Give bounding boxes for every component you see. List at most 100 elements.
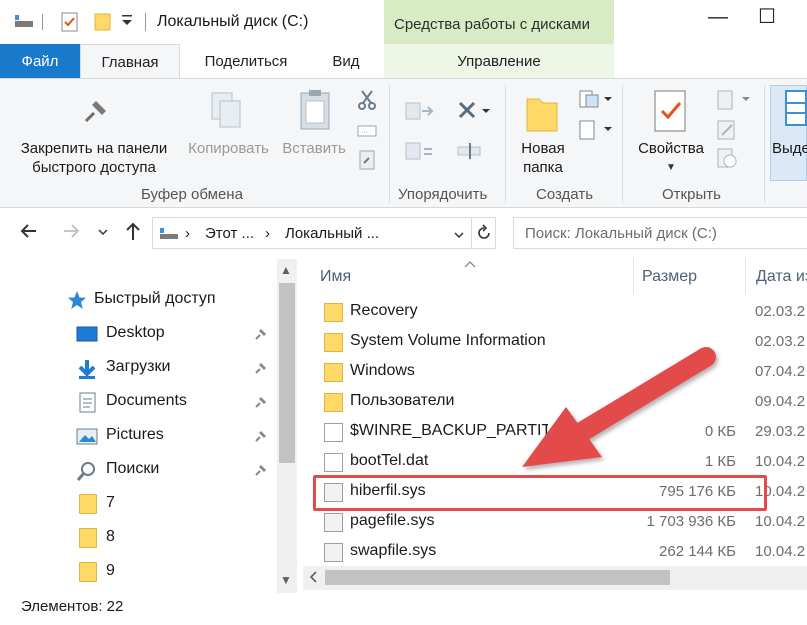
nav-quick-access[interactable]: Быстрый доступ (0, 283, 275, 317)
recent-locations-chevron-icon[interactable] (97, 222, 109, 245)
download-icon (76, 358, 98, 379)
nav-folder-9[interactable]: 9 (0, 555, 275, 589)
nav-folder-8[interactable]: 8 (0, 521, 275, 555)
pin-icon[interactable] (253, 462, 269, 478)
file-name: swapfile.sys (350, 542, 437, 559)
delete-icon[interactable] (456, 99, 492, 127)
customize-quick-access-icon[interactable] (120, 12, 134, 28)
address-dropdown-chevron-icon[interactable] (453, 228, 465, 245)
copy-button[interactable]: Копировать (181, 139, 276, 158)
breadcrumb-separator: › (185, 225, 190, 242)
copy-to-icon[interactable] (404, 139, 436, 167)
column-header-date[interactable]: Дата из (756, 268, 807, 286)
tab-manage[interactable]: Управление (384, 44, 614, 78)
group-separator (505, 85, 506, 203)
nav-searches[interactable]: Поиски (0, 453, 275, 487)
pin-icon (78, 95, 112, 133)
documents-icon (76, 392, 98, 413)
pin-icon[interactable] (253, 394, 269, 410)
tab-share[interactable]: Поделиться (186, 44, 306, 78)
file-row[interactable]: Recovery 02.03.2 (300, 297, 807, 327)
nav-pictures[interactable]: Pictures (0, 419, 275, 453)
new-item-icon[interactable] (578, 89, 612, 115)
tab-file[interactable]: Файл (0, 44, 80, 78)
minimize-button[interactable]: — (708, 6, 728, 29)
scrollbar-thumb[interactable] (279, 283, 295, 463)
pictures-icon (76, 426, 98, 446)
edit-icon[interactable] (716, 119, 738, 145)
divider (471, 218, 472, 248)
refresh-icon[interactable] (475, 224, 493, 246)
nav-pane-scrollbar[interactable]: ▲ ▼ (277, 259, 297, 593)
folder-icon (324, 333, 343, 352)
nav-label: Быстрый доступ (94, 290, 216, 307)
forward-arrow-icon[interactable] (60, 220, 82, 248)
scrollbar-thumb[interactable] (325, 570, 670, 585)
paste-shortcut-icon[interactable] (357, 149, 377, 175)
search-box[interactable]: Поиск: Локальный диск (C:) (513, 217, 807, 249)
new-folder-label-line1: Новая (521, 140, 565, 157)
properties-quick-icon[interactable] (60, 12, 80, 32)
nav-label: Поиски (106, 460, 160, 477)
svg-text:···: ··· (361, 129, 368, 136)
drive-icon (14, 12, 34, 30)
pin-icon[interactable] (253, 428, 269, 444)
breadcrumb-this-pc[interactable]: Этот ... (205, 225, 254, 242)
system-file-icon (324, 513, 343, 532)
column-divider[interactable] (633, 258, 634, 294)
back-arrow-icon[interactable] (18, 220, 40, 248)
file-date: 02.03.2 (755, 303, 806, 320)
paste-button[interactable]: Вставить (278, 139, 350, 158)
properties-label: Свойства (638, 140, 704, 157)
folder-icon (79, 562, 97, 582)
file-date: 07.04.2 (755, 363, 806, 380)
file-name: pagefile.sys (350, 512, 435, 529)
file-row[interactable]: swapfile.sys 262 144 КБ 10.04.2 (300, 537, 807, 567)
rename-icon[interactable] (456, 139, 484, 167)
open-icon[interactable] (716, 89, 750, 115)
new-folder-quick-icon[interactable] (93, 12, 113, 32)
file-list-horizontal-scrollbar[interactable] (303, 566, 807, 590)
scroll-down-arrow-icon[interactable]: ▼ (280, 573, 292, 587)
properties-button[interactable]: Свойства ▼ (630, 139, 712, 177)
column-header-size[interactable]: Размер (642, 268, 697, 286)
file-date: 29.03.2 (755, 423, 806, 440)
new-folder-button[interactable]: Новая папка (513, 139, 573, 177)
nav-desktop[interactable]: Desktop (0, 317, 275, 351)
tab-home[interactable]: Главная (80, 44, 180, 79)
group-separator (764, 85, 765, 203)
pin-to-quick-access-button[interactable]: Закрепить на панели быстрого доступа (8, 139, 180, 177)
scroll-up-arrow-icon[interactable]: ▲ (280, 263, 292, 277)
pin-icon[interactable] (253, 360, 269, 376)
pin-label-line1: Закрепить на панели (20, 140, 168, 157)
nav-documents[interactable]: Documents (0, 385, 275, 419)
select-button[interactable]: Выде (772, 139, 807, 158)
nav-downloads[interactable]: Загрузки (0, 351, 275, 385)
divider (145, 13, 146, 31)
file-row[interactable]: pagefile.sys 1 703 936 КБ 10.04.2 (300, 507, 807, 537)
cut-icon[interactable] (357, 89, 377, 115)
scroll-left-arrow-icon[interactable] (308, 570, 318, 588)
drive-icon (159, 226, 179, 246)
copy-path-icon[interactable]: ··· (357, 123, 377, 143)
maximize-button[interactable]: ☐ (758, 4, 776, 29)
up-arrow-icon[interactable] (122, 220, 144, 248)
sort-ascending-icon (463, 258, 477, 272)
group-separator (389, 85, 390, 203)
navigation-pane: Быстрый доступ Desktop Загрузки Document… (0, 258, 300, 593)
history-icon[interactable] (716, 147, 738, 173)
easy-access-icon[interactable] (578, 119, 612, 145)
pin-label-line2: быстрого доступа (32, 159, 156, 176)
select-all-icon (784, 89, 807, 133)
new-folder-icon (525, 93, 559, 137)
nav-folder-7[interactable]: 7 (0, 487, 275, 521)
column-header-name[interactable]: Имя (320, 268, 351, 286)
column-divider[interactable] (745, 258, 746, 294)
tab-view[interactable]: Вид (316, 44, 376, 78)
move-to-icon[interactable] (404, 99, 436, 127)
file-date: 10.04.2 (755, 543, 806, 560)
properties-icon (652, 89, 688, 137)
breadcrumb-local-disk[interactable]: Локальный ... (285, 225, 379, 242)
pin-icon[interactable] (253, 326, 269, 342)
address-bar[interactable]: › Этот ... › Локальный ... (152, 217, 496, 249)
